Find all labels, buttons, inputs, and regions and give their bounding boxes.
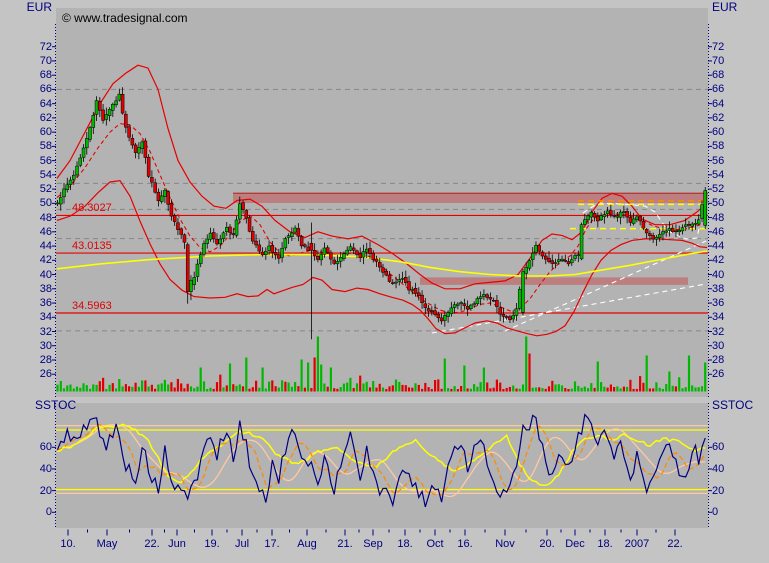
price-tick-label: 40 — [0, 270, 52, 281]
stoch-tick-label: 0 — [0, 507, 52, 518]
price-tick-label: 28 — [0, 355, 52, 366]
price-tick-label: 66 — [0, 84, 52, 95]
price-tick-label: 52 — [0, 184, 52, 195]
price-tick-label: 38 — [0, 284, 52, 295]
stoch-tick-label: 20 — [712, 486, 724, 497]
price-tick-label: 40 — [712, 270, 724, 281]
price-tick-label: 44 — [712, 241, 724, 252]
date-tick-label: 17. — [252, 539, 292, 550]
support-level-label: 34.5963 — [72, 301, 112, 312]
date-tick-label: May — [87, 539, 127, 550]
price-tick-label: 50 — [0, 198, 52, 209]
date-tick-label: 2007 — [617, 539, 657, 550]
price-tick-label: 58 — [0, 141, 52, 152]
chart-window: EUR EUR © www.tradesignal.com SSTOC SSTO… — [0, 0, 769, 563]
price-tick-label: 46 — [712, 227, 724, 238]
price-tick-label: 70 — [712, 56, 724, 67]
price-tick-label: 28 — [712, 355, 724, 366]
price-tick-label: 34 — [0, 312, 52, 323]
price-tick-label: 68 — [712, 70, 724, 81]
price-tick-label: 62 — [0, 113, 52, 124]
price-tick-label: 66 — [712, 84, 724, 95]
copyright-text: © www.tradesignal.com — [62, 11, 188, 25]
price-axis-symbol-left: EUR — [0, 0, 52, 14]
price-tick-label: 56 — [712, 156, 724, 167]
price-tick-label: 72 — [712, 42, 724, 53]
price-tick-label: 32 — [0, 327, 52, 338]
price-tick-label: 52 — [712, 184, 724, 195]
price-tick-label: 70 — [0, 56, 52, 67]
stoch-tick-label: 20 — [0, 486, 52, 497]
price-tick-label: 46 — [0, 227, 52, 238]
date-tick-label: 10. — [48, 539, 88, 550]
stoch-tick-label: 60 — [712, 442, 724, 453]
date-tick-label: Nov — [485, 539, 525, 550]
chart-canvas — [0, 0, 769, 563]
stoch-tick-label: 40 — [712, 464, 724, 475]
price-tick-label: 54 — [712, 170, 724, 181]
date-tick-label: 22. — [655, 539, 695, 550]
stoch-pane-label-left: SSTOC — [35, 398, 76, 412]
price-tick-label: 30 — [0, 341, 52, 352]
price-tick-label: 60 — [0, 127, 52, 138]
stoch-tick-label: 60 — [0, 442, 52, 453]
date-tick-label: Jun — [157, 539, 197, 550]
support-level-label: 43.0135 — [72, 241, 112, 252]
stoch-pane-label-right: SSTOC — [712, 398, 753, 412]
price-tick-label: 58 — [712, 141, 724, 152]
price-tick-label: 60 — [712, 127, 724, 138]
stoch-tick-label: 40 — [0, 464, 52, 475]
price-tick-label: 50 — [712, 198, 724, 209]
price-tick-label: 64 — [0, 99, 52, 110]
price-tick-label: 42 — [0, 255, 52, 266]
price-tick-label: 36 — [712, 298, 724, 309]
price-tick-label: 64 — [712, 99, 724, 110]
price-tick-label: 26 — [712, 369, 724, 380]
price-tick-label: 72 — [0, 42, 52, 53]
price-tick-label: 30 — [712, 341, 724, 352]
price-tick-label: 48 — [0, 213, 52, 224]
price-tick-label: 38 — [712, 284, 724, 295]
price-tick-label: 36 — [0, 298, 52, 309]
price-tick-label: 32 — [712, 327, 724, 338]
price-tick-label: 26 — [0, 369, 52, 380]
price-tick-label: 68 — [0, 70, 52, 81]
price-tick-label: 56 — [0, 156, 52, 167]
price-tick-label: 34 — [712, 312, 724, 323]
price-tick-label: 42 — [712, 255, 724, 266]
price-tick-label: 48 — [712, 213, 724, 224]
stoch-tick-label: 0 — [712, 507, 718, 518]
price-tick-label: 62 — [712, 113, 724, 124]
price-tick-label: 54 — [0, 170, 52, 181]
price-axis-symbol-right: EUR — [712, 0, 737, 14]
date-tick-label: 16. — [445, 539, 485, 550]
date-tick-label: Aug — [287, 539, 327, 550]
support-level-label: 48.3027 — [72, 203, 112, 214]
price-tick-label: 44 — [0, 241, 52, 252]
